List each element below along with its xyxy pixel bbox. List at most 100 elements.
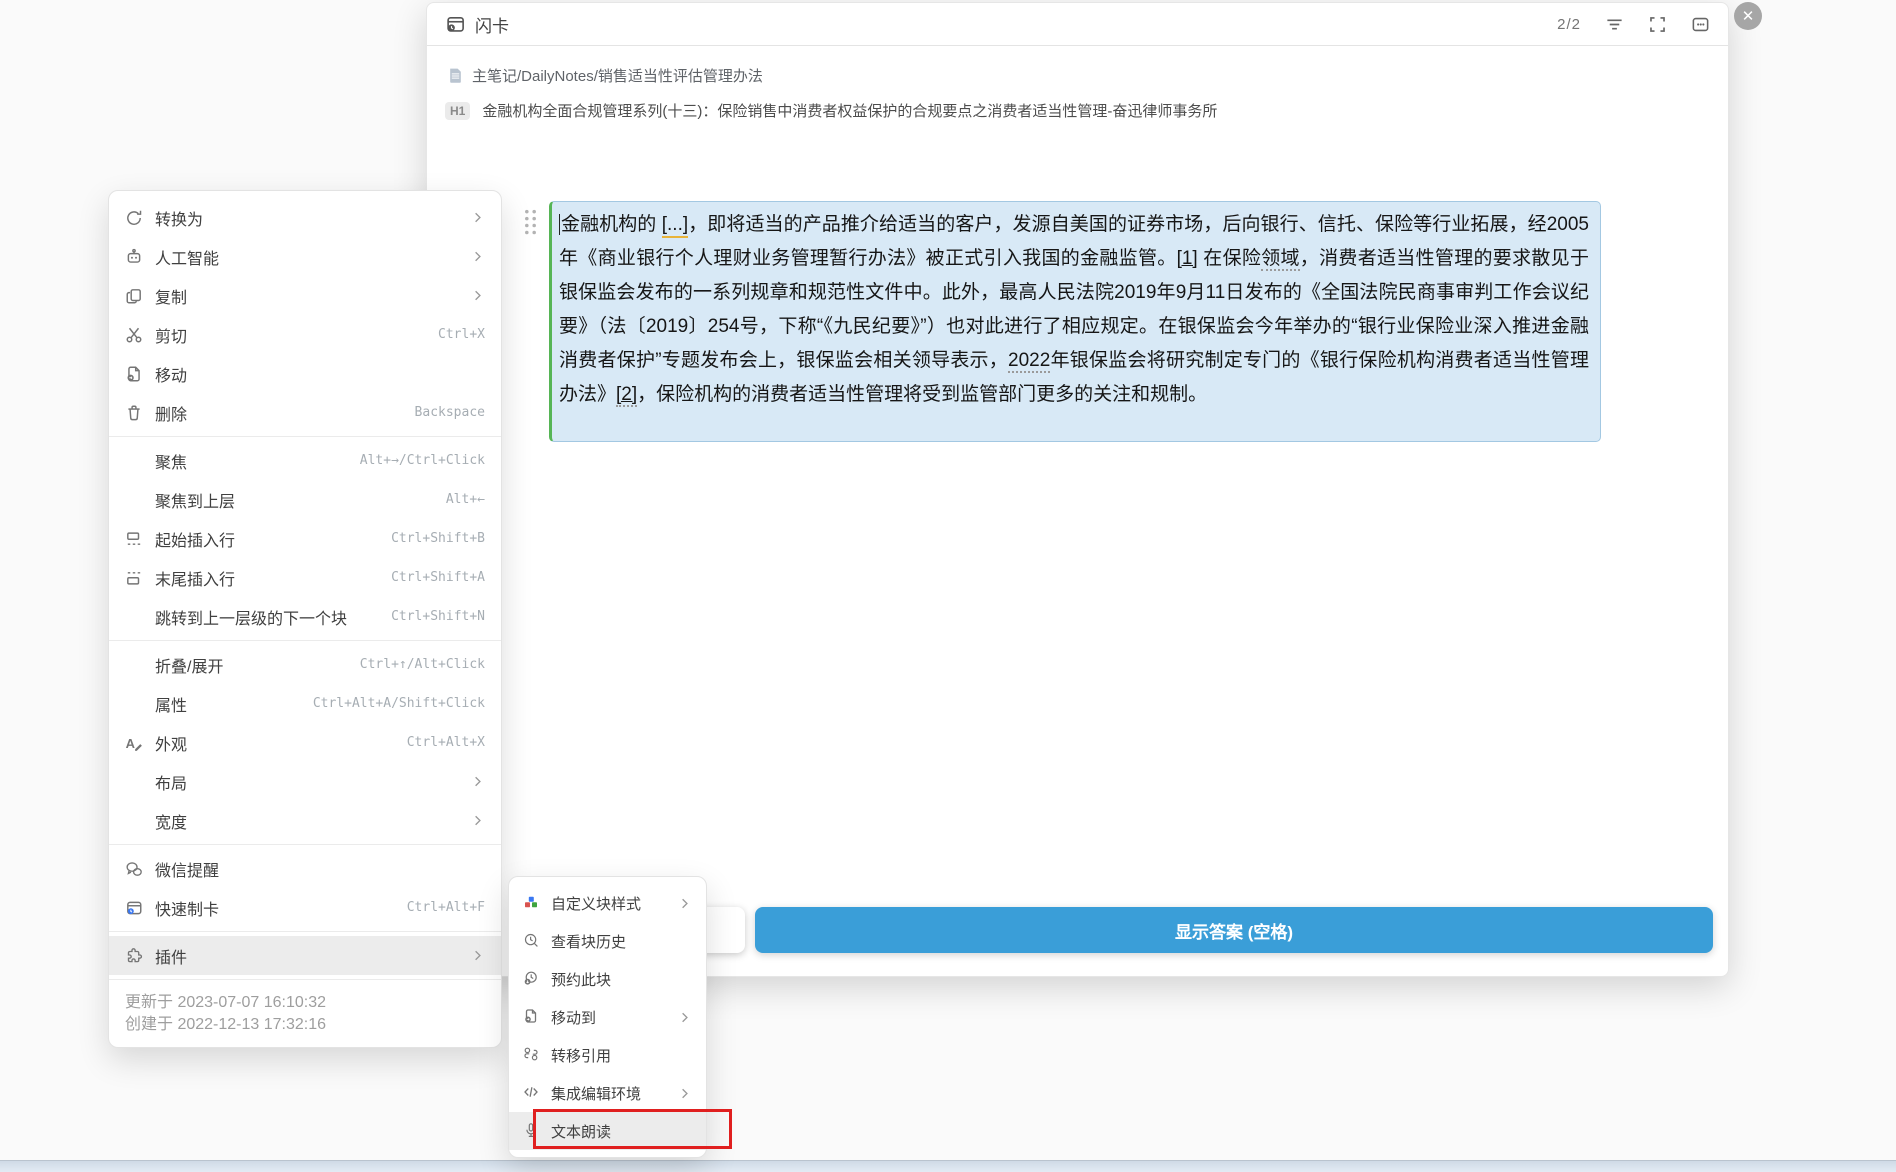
icon-spacer (125, 656, 143, 674)
menu-item-label: 移动到 (551, 1009, 597, 1027)
menu-item-label: 属性 (155, 697, 188, 715)
card-content-block[interactable]: 金融机构的 [...]，即将适当的产品推介给适当的客户，发源自美国的证券市场，后… (549, 201, 1601, 442)
history-icon (523, 932, 541, 950)
ai-icon (125, 248, 143, 266)
menu-item-label: 宽度 (155, 814, 188, 832)
menu-item-delete[interactable]: 删除 Backspace (109, 393, 501, 432)
copy-icon (125, 287, 143, 305)
breadcrumb-path: 主笔记/DailyNotes/销售适当性评估管理办法 (472, 68, 763, 85)
menu-item-convert-to[interactable]: 转换为 (109, 198, 501, 237)
menu-item-label: 移动 (155, 367, 188, 385)
menu-item-focus-parent[interactable]: 聚焦到上层 Alt+← (109, 480, 501, 519)
menu-item-shortcut: Alt+← (445, 492, 485, 507)
menu-item-view-block-history[interactable]: 查看块历史 (509, 922, 706, 960)
menu-item-focus[interactable]: 聚焦 Alt+→/Ctrl+Click (109, 441, 501, 480)
menu-item-shortcut: Alt+→/Ctrl+Click (359, 453, 485, 468)
menu-item-move-to[interactable]: 移动到 (509, 998, 706, 1036)
insert-after-icon (125, 569, 143, 587)
menu-item-cut[interactable]: 剪切 Ctrl+X (109, 315, 501, 354)
breadcrumb: 主笔记/DailyNotes/销售适当性评估管理办法 (447, 65, 763, 86)
ide-icon (523, 1084, 541, 1102)
menu-item-schedule-block[interactable]: 预约此块 (509, 960, 706, 998)
chevron-right-icon (470, 813, 485, 828)
card-heading: 金融机构全面合规管理系列(十三)：保险销售中消费者权益保护的合规要点之消费者适当… (482, 103, 1218, 120)
menu-item-label: 聚焦到上层 (155, 493, 236, 511)
menu-item-appearance[interactable]: A 外观 Ctrl+Alt+X (109, 723, 501, 762)
menu-item-attributes[interactable]: 属性 Ctrl+Alt+A/Shift+Click (109, 684, 501, 723)
menu-item-label: 布局 (155, 775, 188, 793)
fullscreen-icon[interactable] (1648, 15, 1667, 34)
menu-item-label: 转换为 (155, 211, 204, 229)
flashcard-dialog: 闪卡 2/2 主笔记/DailyNotes/销售适当性评估管理办法 H1 金融机… (426, 2, 1729, 977)
menu-item-tts[interactable]: 文本朗读 (509, 1112, 706, 1150)
card-actions-icon[interactable] (1691, 15, 1710, 34)
menu-item-copy[interactable]: 复制 (109, 276, 501, 315)
chevron-right-icon (677, 896, 692, 911)
flashcard-icon (445, 14, 465, 34)
chevron-right-icon (470, 948, 485, 963)
menu-item-layout[interactable]: 布局 (109, 762, 501, 801)
menu-item-shortcut: Backspace (414, 405, 485, 420)
document-icon (447, 67, 464, 84)
block-context-menu: 转换为人工智能 复制 剪切 Ctrl+X 移动删除 Backspace 聚焦 Alt+→/Ct… (108, 190, 502, 1048)
chevron-right-icon (470, 288, 485, 303)
icon-spacer (125, 452, 143, 470)
text-segment: ，保险机构的消费者适当性管理将受到监管部门更多的关注和规制。 (637, 384, 1208, 405)
block-style-icon (523, 894, 541, 912)
card-heading-row: H1 金融机构全面合规管理系列(十三)：保险销售中消费者权益保护的合规要点之消费… (445, 100, 1217, 121)
created-timestamp: 创建于 2022-12-13 17:32:16 (125, 1016, 327, 1033)
show-answer-button[interactable]: 显示答案 (空格) (755, 907, 1713, 953)
taskbar-edge (0, 1160, 1896, 1172)
menu-item-label: 起始插入行 (155, 532, 236, 550)
menu-item-insert-line-start[interactable]: 起始插入行 Ctrl+Shift+B (109, 519, 501, 558)
menu-item-label: 微信提醒 (155, 862, 220, 880)
svg-text:A: A (126, 736, 135, 751)
updated-timestamp: 更新于 2023-07-07 16:10:32 (125, 994, 327, 1011)
menu-item-shortcut: Ctrl+Shift+A (391, 570, 485, 585)
menu-item-custom-block-style[interactable]: 自定义块样式 (509, 884, 706, 922)
plugin-submenu: 自定义块样式查看块历史预约此块移动到转移引用集成编辑环境文本朗读 (508, 876, 707, 1158)
menu-item-label: 快速制卡 (155, 901, 220, 919)
menu-item-wechat-reminder[interactable]: 微信提醒 (109, 849, 501, 888)
menu-item-label: 外观 (155, 736, 188, 754)
block-drag-handle[interactable] (523, 208, 538, 236)
menu-item-jump-next-block[interactable]: 跳转到上一层级的下一个块 Ctrl+Shift+N (109, 597, 501, 636)
text-segment-dashed: 2022 (1008, 350, 1051, 373)
close-icon[interactable]: ✕ (1734, 2, 1762, 30)
menu-item-ai[interactable]: 人工智能 (109, 237, 501, 276)
menu-item-move[interactable]: 移动 (109, 354, 501, 393)
menu-item-shortcut: Ctrl+Shift+N (391, 609, 485, 624)
text-segment: 在保险 (1197, 248, 1262, 269)
menu-item-label: 预约此块 (551, 971, 612, 989)
menu-separator (109, 979, 501, 980)
menu-item-fold-toggle[interactable]: 折叠/展开 Ctrl+↑/Alt+Click (109, 645, 501, 684)
text-segment-cloze: [...] (661, 214, 689, 238)
menu-separator (109, 640, 501, 641)
menu-item-plugin[interactable]: 插件 (109, 936, 501, 975)
menu-item-label: 集成编辑环境 (551, 1085, 642, 1103)
menu-item-insert-line-end[interactable]: 末尾插入行 Ctrl+Shift+A (109, 558, 501, 597)
menu-item-ide[interactable]: 集成编辑环境 (509, 1074, 706, 1112)
icon-spacer (125, 812, 143, 830)
menu-separator (109, 931, 501, 932)
menu-item-label: 删除 (155, 406, 188, 424)
text-segment: 金融机构的 (561, 214, 662, 235)
menu-item-transfer-reference[interactable]: 转移引用 (509, 1036, 706, 1074)
plugin-icon (125, 947, 143, 965)
move-to-icon (523, 1008, 541, 1026)
text-segment-link-dashed[interactable]: [2] (616, 384, 638, 407)
menu-item-width[interactable]: 宽度 (109, 801, 501, 840)
convert-icon (125, 209, 143, 227)
appearance-icon: A (125, 734, 143, 752)
chevron-right-icon (470, 774, 485, 789)
menu-item-label: 自定义块样式 (551, 895, 642, 913)
menu-item-quick-flashcard[interactable]: 快速制卡 Ctrl+Alt+F (109, 888, 501, 927)
transfer-ref-icon (523, 1046, 541, 1064)
icon-spacer (125, 491, 143, 509)
menu-separator (109, 436, 501, 437)
filter-icon[interactable] (1605, 15, 1624, 34)
cut-icon (125, 326, 143, 344)
text-segment-link[interactable]: [1] (1177, 248, 1198, 269)
menu-item-shortcut: Ctrl+X (438, 327, 485, 342)
dialog-header: 闪卡 2/2 (427, 3, 1728, 46)
